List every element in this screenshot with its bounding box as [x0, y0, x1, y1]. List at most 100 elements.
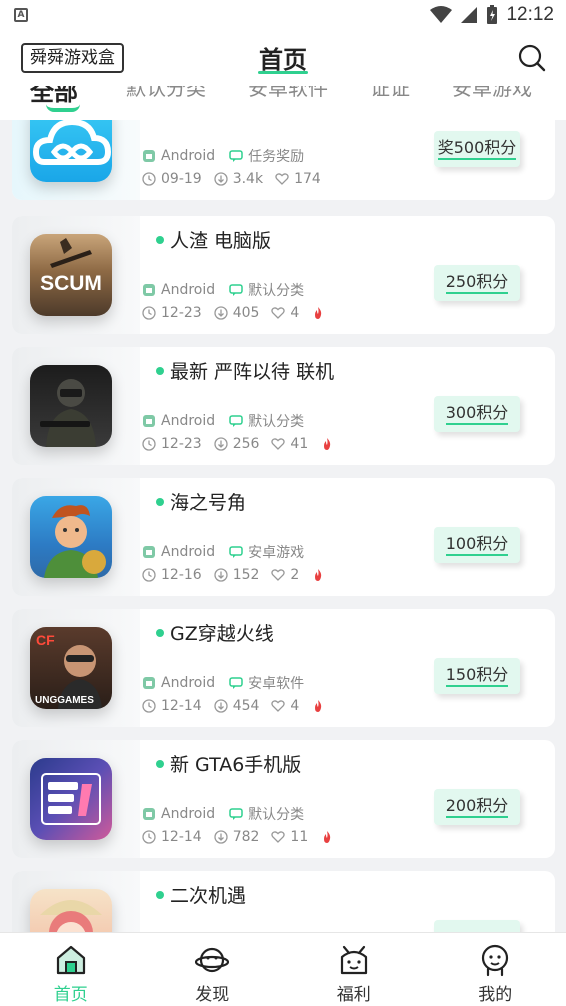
nav-profile[interactable]: 我的: [425, 933, 566, 1006]
status-dot: [156, 890, 164, 899]
page-title: 首页: [259, 46, 307, 74]
points-badge[interactable]: 100积分: [434, 527, 520, 563]
heart-icon: [271, 569, 286, 581]
nav-benefits[interactable]: 福利: [283, 933, 425, 1006]
soldier-icon: [40, 379, 96, 447]
category-label: 安卓软件: [248, 676, 305, 692]
download-icon: [214, 568, 228, 582]
download-count: 152: [232, 567, 260, 583]
download-count: 782: [232, 829, 260, 845]
category-label: 任务奖励: [248, 149, 305, 165]
points-badge[interactable]: 300积分: [434, 396, 520, 432]
like-count: 11: [290, 829, 309, 845]
download-icon: [214, 830, 228, 844]
points-badge[interactable]: 奖500积分: [434, 131, 520, 167]
points-badge[interactable]: 200积分: [434, 789, 520, 825]
app-icon: [30, 120, 112, 182]
tab-android-software[interactable]: 安卓软件: [248, 86, 328, 101]
fire-icon: [324, 438, 331, 450]
notification-icon: A: [14, 8, 28, 22]
gta-logo: [41, 773, 101, 825]
like-count: 4: [290, 698, 300, 714]
points-badge[interactable]: [434, 920, 520, 932]
clock-icon: [142, 830, 156, 844]
android-icon: [143, 546, 155, 558]
title-underline: [258, 71, 308, 74]
app-header: 舜舜游戏盒 首页: [0, 30, 566, 86]
category-label: 默认分类: [248, 414, 305, 430]
like-count: 4: [290, 305, 300, 321]
app-icon: [30, 758, 112, 840]
cloud-infinity-icon: [32, 120, 112, 165]
heart-icon: [271, 438, 286, 450]
points-badge[interactable]: 150积分: [434, 658, 520, 694]
android-icon: [143, 808, 155, 820]
android-icon: [143, 284, 155, 296]
heart-icon: [271, 307, 286, 319]
download-count: 3.4k: [232, 171, 264, 187]
category-tabs: 全部 默认分类 安卓软件 证证 安卓游戏: [0, 86, 566, 120]
home-icon: [56, 945, 85, 975]
app-name: GZ穿越火线: [170, 623, 274, 645]
status-dot: [156, 628, 164, 637]
tab-cert[interactable]: 证证: [370, 86, 410, 101]
list-item[interactable]: CF UNGGAMES GZ穿越火线 Android 安卓软件 12-14 45…: [12, 609, 555, 727]
app-name: 二次机遇: [170, 885, 247, 907]
list-item[interactable]: SCUM 人渣 电脑版 Android 默认分类 12-23 405 4 250…: [12, 216, 555, 334]
clock-icon: [142, 306, 156, 320]
download-icon: [214, 699, 228, 713]
app-icon: CF UNGGAMES: [30, 627, 112, 709]
date-label: 12-16: [161, 567, 202, 583]
list-item[interactable]: 二次机遇: [12, 871, 555, 932]
clock-icon: [142, 699, 156, 713]
tab-android-games[interactable]: 安卓游戏: [452, 86, 532, 101]
app-icon: SCUM: [30, 234, 112, 316]
hero-icon: [44, 505, 106, 578]
heart-icon: [271, 700, 286, 712]
date-label: 12-14: [161, 698, 202, 714]
tab-indicator: [46, 104, 80, 112]
svg-text:SCUM: SCUM: [40, 272, 102, 295]
app-icon: [30, 889, 112, 932]
download-icon: [214, 306, 228, 320]
download-count: 405: [232, 305, 260, 321]
platform-label: Android: [161, 413, 216, 429]
battery-icon: [487, 5, 498, 24]
app-name: 最新 严阵以待 联机: [170, 361, 335, 383]
app-name: 海之号角: [170, 492, 247, 514]
search-icon[interactable]: [518, 44, 546, 72]
clock: 12:12: [506, 4, 554, 25]
clock-icon: [142, 172, 156, 186]
app-list: Android 任务奖励 09-19 3.4k 174 奖500积分 SCUM …: [0, 120, 566, 932]
chat-icon: [229, 150, 243, 162]
nav-home[interactable]: 首页: [0, 933, 142, 1006]
status-dot: [156, 497, 164, 506]
app-name: 新 GTA6手机版: [170, 754, 302, 776]
list-item[interactable]: 最新 严阵以待 联机 Android 默认分类 12-23 256 41 300…: [12, 347, 555, 465]
app-icon: [30, 365, 112, 447]
category-label: 安卓游戏: [248, 545, 305, 561]
like-count: 2: [290, 567, 300, 583]
app-icon: [30, 496, 112, 578]
platform-label: Android: [161, 806, 216, 822]
scum-logo: SCUM: [40, 238, 102, 295]
platform-label: Android: [161, 675, 216, 691]
points-badge[interactable]: 250积分: [434, 265, 520, 301]
nav-discover[interactable]: 发现: [142, 933, 284, 1006]
chat-icon: [229, 546, 243, 558]
list-item[interactable]: Android 任务奖励 09-19 3.4k 174 奖500积分: [12, 120, 555, 200]
date-label: 09-19: [161, 171, 202, 187]
chat-icon: [229, 677, 243, 689]
wifi-icon: [430, 6, 453, 23]
app-name: 人渣 电脑版: [170, 230, 272, 252]
platform-label: Android: [161, 282, 216, 298]
bottom-nav: 首页 发现 福利 我的: [0, 932, 566, 1006]
fire-icon: [315, 307, 322, 319]
like-count: 174: [294, 171, 321, 187]
list-item[interactable]: 新 GTA6手机版 Android 默认分类 12-14 782 11 200积…: [12, 740, 555, 858]
like-count: 41: [290, 436, 309, 452]
tab-default[interactable]: 默认分类: [126, 86, 206, 101]
list-item[interactable]: 海之号角 Android 安卓游戏 12-16 152 2 100积分: [12, 478, 555, 596]
status-bar: A 12:12: [0, 0, 566, 30]
planet-icon: [195, 947, 230, 973]
